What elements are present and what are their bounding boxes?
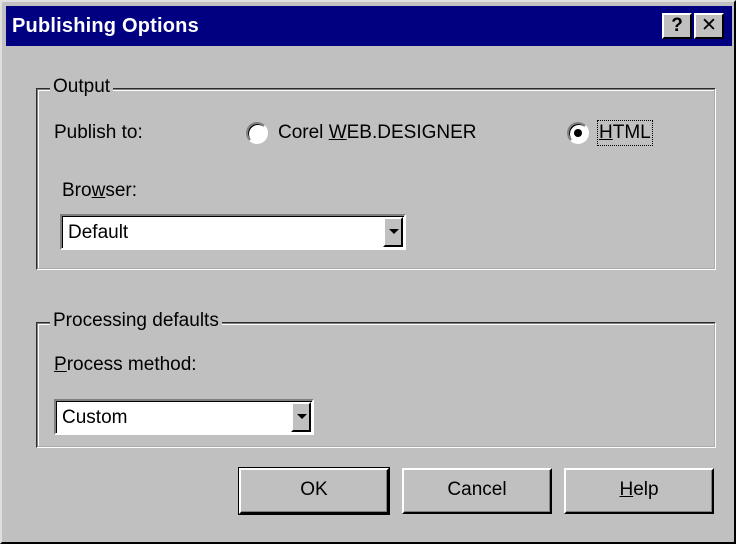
process-method-label: Process method: [54,354,197,375]
chevron-down-icon[interactable] [383,217,403,247]
radio-corel-web-designer[interactable] [246,122,268,144]
dialog-title: Publishing Options [12,15,199,37]
browser-select[interactable]: Default [60,214,406,250]
process-method-select-value: Custom [62,407,128,428]
publishing-options-dialog: Publishing Options ? ✕ Output Publish to… [0,0,736,544]
browser-select-value: Default [68,222,129,243]
browser-label: Browser: [62,180,137,201]
radio-html[interactable] [567,122,589,144]
process-method-select[interactable]: Custom [54,399,314,435]
cancel-button[interactable]: Cancel [402,468,552,514]
chevron-down-icon[interactable] [291,402,311,432]
publish-to-label: Publish to: [54,122,143,143]
radio-selected-dot [574,129,582,137]
help-button[interactable]: Help [564,468,714,514]
radio-html-label[interactable]: HTML [597,120,653,146]
output-legend: Output [50,76,114,98]
help-question-button[interactable]: ? [662,13,692,39]
radio-corel-web-designer-label[interactable]: Corel WEB.DESIGNER [278,122,477,144]
close-button[interactable]: ✕ [694,13,724,39]
title-bar[interactable]: Publishing Options ? ✕ [6,6,732,46]
processing-defaults-legend: Processing defaults [50,310,222,332]
ok-button[interactable]: OK [238,467,390,515]
